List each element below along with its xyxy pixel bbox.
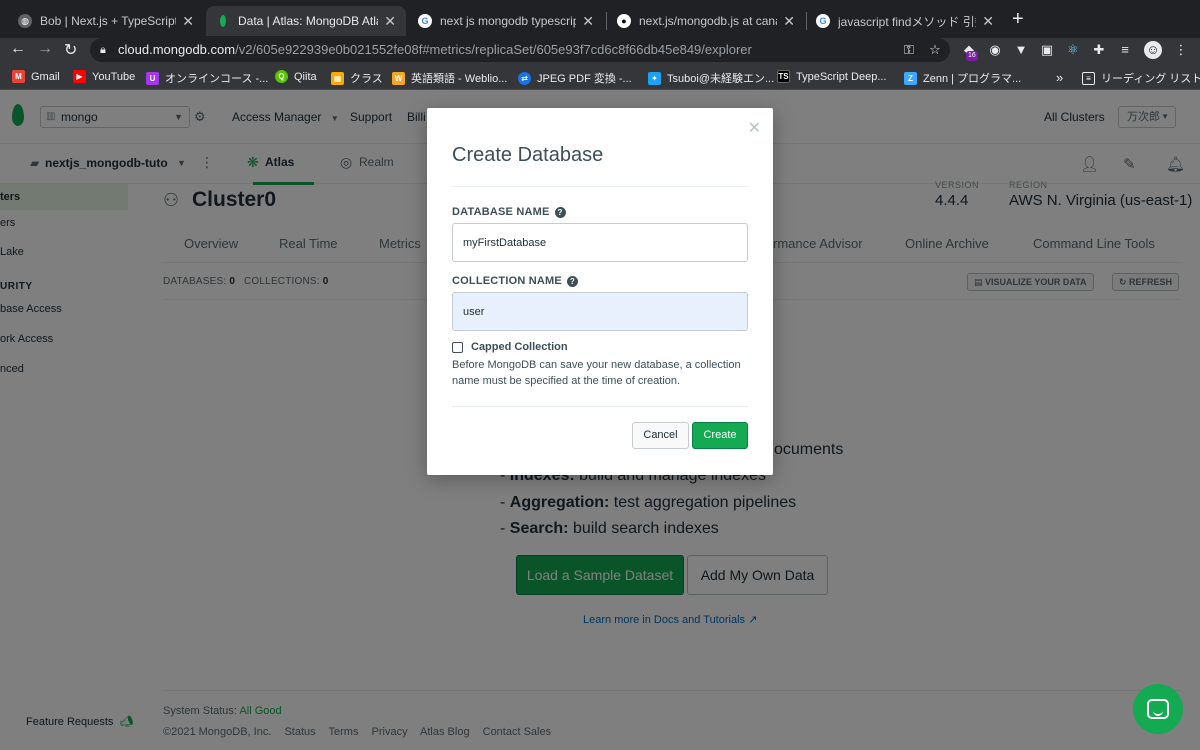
capped-collection-row: Capped Collection [452, 341, 568, 353]
collection-name-input[interactable] [452, 292, 748, 331]
bookmark[interactable]: W 英語類語 - Weblio... [392, 70, 507, 86]
tab-title: javascript findメソッド 引数なし [838, 14, 976, 29]
browser-tab[interactable]: ◍ Bob | Next.js + TypeScript Exa ✕ [8, 6, 204, 36]
bookmark[interactable]: Q Qiita [275, 70, 317, 83]
tab-title: Data | Atlas: MongoDB Atlas [238, 14, 379, 28]
label-text: COLLECTION NAME [452, 275, 562, 287]
capped-collection-description: Before MongoDB can save your new databas… [452, 359, 741, 387]
modal-divider [452, 186, 748, 187]
new-tab-button[interactable]: + [1012, 8, 1024, 31]
bookmarks-bar: M Gmail ▶ YouTube U オンラインコース -... Q Qiita ▦ ク… [0, 66, 1200, 90]
star-icon[interactable]: ☆ [926, 41, 944, 59]
gmail-icon: M [12, 70, 25, 83]
bookmark-label: TypeScript Deep... [796, 70, 887, 83]
qiita-icon: Q [275, 70, 288, 83]
url-path: /v2/605e922939e0b021552fe08f#metrics/rep… [235, 42, 752, 57]
capped-collection-label: Capped Collection [471, 341, 568, 353]
collection-name-label: COLLECTION NAME ? [452, 275, 578, 287]
globe-icon: ◍ [18, 14, 32, 28]
classroom-icon: ▦ [331, 71, 344, 85]
browser-toolbar: ← → ↻ 🔒︎ cloud.mongodb.com/v2/605e922939… [0, 38, 1200, 66]
profile-avatar[interactable]: ☺ [1144, 41, 1162, 59]
youtube-icon: ▶ [73, 70, 86, 83]
bookmark-label: Zenn | プログラマ... [923, 73, 1022, 85]
bookmark[interactable]: U オンラインコース -... [146, 70, 268, 86]
cancel-button[interactable]: Cancel [632, 422, 689, 449]
browser-tab[interactable]: G javascript findメソッド 引数なし ✕ [806, 6, 1004, 36]
create-button[interactable]: Create [692, 422, 748, 449]
bookmark[interactable]: M Gmail [12, 70, 60, 83]
reading-list-button[interactable]: ≡ リーディング リスト [1082, 70, 1200, 86]
lock-icon: 🔒︎ [100, 44, 106, 56]
close-tab-icon[interactable]: ✕ [384, 13, 396, 30]
chat-icon [1147, 699, 1169, 719]
bookmark-label: クラス [350, 73, 383, 85]
twitter-icon: ✦ [648, 71, 661, 85]
back-arrow-icon[interactable]: ← [10, 40, 26, 58]
browser-tab[interactable]: G next js mongodb typescript - G ✕ [408, 6, 604, 36]
key-icon[interactable]: ⚿ [900, 41, 918, 59]
react-icon[interactable]: ⚛ [1064, 41, 1082, 59]
database-name-label: DATABASE NAME ? [452, 206, 566, 218]
bookmark-label: Tsuboi@未経験エン... [667, 73, 775, 85]
zenn-icon: Z [904, 71, 917, 85]
weblio-icon: W [392, 71, 405, 85]
bookmark[interactable]: Z Zenn | プログラマ... [904, 70, 1021, 86]
menu-icon[interactable]: ⋮ [1172, 41, 1190, 59]
database-name-input[interactable] [452, 223, 748, 262]
browser-tab-bar: ◍ Bob | Next.js + TypeScript Exa ✕ Data … [0, 0, 1200, 38]
mongodb-leaf-icon [216, 14, 230, 28]
clipboard-icon[interactable]: ▣ [1038, 41, 1056, 59]
vue-icon[interactable]: ▼ [1012, 41, 1030, 59]
bookmark-label: Gmail [31, 70, 60, 83]
modal-title: Create Database [452, 144, 604, 166]
url-host: cloud.mongodb.com [118, 42, 236, 57]
bookmark-label: オンラインコース -... [165, 73, 269, 85]
tab-title: Bob | Next.js + TypeScript Exa [40, 14, 177, 28]
converter-icon: ⇄ [518, 71, 531, 85]
close-icon[interactable]: ✕ [748, 118, 761, 138]
playlist-icon[interactable]: ≡ [1116, 41, 1134, 59]
google-icon: G [418, 14, 432, 28]
reading-list-label: リーディング リスト [1101, 73, 1200, 85]
browser-tab[interactable]: ● next.js/mongodb.js at canary · ✕ [607, 6, 805, 36]
circle-icon[interactable]: ◉ [986, 41, 1004, 59]
bookmarks-overflow-button[interactable]: » [1056, 70, 1063, 85]
modal-divider [452, 406, 748, 407]
create-database-modal: ✕ Create Database DATABASE NAME ? COLLEC… [427, 108, 773, 475]
reload-icon[interactable]: ↻ [64, 40, 77, 60]
extension-icon[interactable]: ◆ 16 [960, 41, 978, 61]
tab-title: next.js/mongodb.js at canary · [639, 14, 777, 28]
forward-arrow-icon[interactable]: → [37, 40, 53, 58]
bookmark-label: YouTube [92, 70, 136, 83]
bookmark[interactable]: ▶ YouTube [73, 70, 135, 83]
bookmark[interactable]: TS TypeScript Deep... [777, 70, 887, 83]
bookmark[interactable]: ✦ Tsuboi@未経験エン... [648, 70, 774, 86]
close-tab-icon[interactable]: ✕ [182, 13, 194, 30]
help-icon[interactable]: ? [566, 275, 578, 287]
capped-collection-checkbox[interactable] [452, 341, 463, 353]
bookmark-label: Qiita [294, 70, 317, 83]
typescript-deep-dive-icon: TS [777, 70, 790, 83]
close-tab-icon[interactable]: ✕ [783, 13, 795, 30]
label-text: DATABASE NAME [452, 206, 550, 218]
tab-title: next js mongodb typescript - G [440, 14, 577, 28]
bookmark[interactable]: ⇄ JPEG PDF 変換 -... [518, 70, 632, 86]
close-tab-icon[interactable]: ✕ [982, 13, 994, 30]
extension-badge: 16 [966, 51, 978, 61]
google-icon: G [816, 14, 830, 28]
reading-list-icon: ≡ [1082, 71, 1095, 85]
bookmark-label: 英語類語 - Weblio... [411, 73, 508, 85]
help-icon[interactable]: ? [554, 206, 566, 218]
chat-launcher-button[interactable] [1133, 684, 1183, 734]
bookmark-label: JPEG PDF 変換 -... [537, 73, 632, 85]
close-tab-icon[interactable]: ✕ [582, 13, 594, 30]
udemy-icon: U [146, 71, 159, 85]
bookmark[interactable]: ▦ クラス [331, 70, 383, 86]
github-icon: ● [617, 14, 631, 28]
address-bar[interactable]: 🔒︎ cloud.mongodb.com/v2/605e922939e0b021… [90, 38, 950, 62]
browser-tab-active[interactable]: Data | Atlas: MongoDB Atlas ✕ [206, 6, 406, 36]
puzzle-icon[interactable]: ✚ [1090, 41, 1108, 59]
